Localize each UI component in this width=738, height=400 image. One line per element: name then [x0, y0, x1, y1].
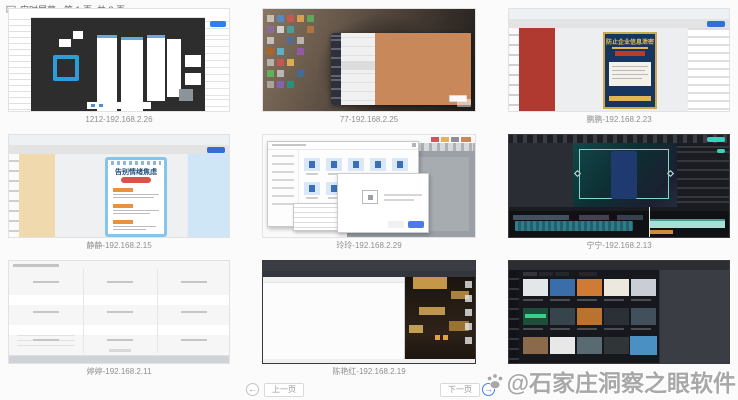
export-button-shape [707, 137, 725, 142]
timeline [509, 207, 730, 238]
template-sidebar [519, 28, 556, 112]
paw-logo-icon [485, 371, 505, 391]
remote-screen-7[interactable] [8, 260, 230, 364]
next-page-button[interactable]: 下一页 [440, 383, 480, 397]
wechat-selected-chat [341, 61, 375, 70]
desktop-icons-grid [265, 13, 327, 93]
design-canvas [31, 17, 205, 112]
main-clip [515, 221, 633, 231]
screen-tile-6[interactable]: 宁宁-192.168.2.13 [508, 134, 730, 254]
download-button-shape [707, 21, 725, 27]
poster-navy: 防止企业信息泄密 [603, 32, 657, 109]
screen-tile-2[interactable]: 77-192.168.2.25 [262, 8, 476, 128]
properties-panel [205, 17, 230, 112]
remote-screen-6[interactable] [508, 134, 730, 238]
media-bin [509, 143, 573, 207]
wallpaper-logo [457, 99, 471, 107]
screen-tile-3[interactable]: 防止企业信息泄密 鹏鹏-192.168.2.23 [508, 8, 730, 128]
selected-template-outline [630, 336, 657, 355]
canvas-area: 告别情绪焦虑 [55, 154, 187, 238]
prev-page-button[interactable]: 上一页 [264, 383, 304, 397]
screen-tile-1[interactable]: 1212-192.168.2.26 [8, 8, 230, 128]
screen-caption: 77-192.168.2.25 [262, 115, 476, 125]
screen-tile-5[interactable]: 玲玲-192.168.2.29 [262, 134, 476, 254]
screen-caption: 静静-192.168.2.15 [8, 241, 230, 251]
poster-content-layer [605, 34, 655, 107]
app-chrome-top [9, 9, 230, 18]
arrow-left-circle-icon: ← [248, 384, 257, 394]
prev-page-icon-button[interactable]: ← [246, 383, 259, 396]
screen-caption: 宁宁-192.168.2.13 [508, 241, 730, 251]
editor-topbar [509, 135, 730, 143]
download-button-shape [207, 147, 225, 153]
phone-mock-card [611, 151, 637, 199]
brand-logo-shape [53, 55, 79, 81]
screen-caption: 鹏鹏-192.168.2.23 [508, 115, 730, 125]
windows-taskbar [263, 359, 476, 364]
share-button-shape [210, 21, 226, 27]
toggle-shape [717, 149, 725, 153]
preview-viewport [573, 143, 677, 207]
template-sidebar [19, 154, 56, 238]
remote-screen-9[interactable] [508, 260, 730, 364]
windows-taskbar [9, 355, 230, 364]
wechat-chat-list [341, 33, 375, 105]
canvas-area: 防止企业信息泄密 [555, 28, 687, 112]
playhead [649, 207, 650, 238]
screen-caption: 婷婷-192.168.2.11 [8, 367, 230, 377]
nested-monitor-grid-layer [9, 261, 229, 363]
poster-notebook: 告别情绪焦虑 [105, 157, 167, 237]
wechat-window [331, 33, 471, 105]
secondary-dialog [337, 173, 429, 233]
remote-screen-2[interactable] [262, 8, 476, 112]
watermark-text: @石家庄洞察之眼软件 [507, 364, 736, 398]
format-panel [187, 154, 230, 238]
detail-panel [659, 270, 730, 364]
taskbar-corner-icons [431, 137, 476, 143]
layers-panel [9, 17, 31, 112]
remote-screen-8[interactable] [262, 260, 476, 364]
screen-tile-7[interactable]: 婷婷-192.168.2.11 [8, 260, 230, 380]
remote-screen-1[interactable] [8, 8, 230, 112]
remote-screen-5[interactable] [262, 134, 476, 238]
screen-caption: 1212-192.168.2.26 [8, 115, 230, 125]
poster-sections-layer [108, 160, 164, 234]
desktop-icons-column [263, 261, 475, 363]
screen-tile-8[interactable]: 陈艳红-192.168.2.19 [262, 260, 476, 380]
screen-caption: 陈艳红-192.168.2.19 [262, 367, 476, 377]
watermark: @石家庄洞察之眼软件 [485, 364, 736, 398]
format-panel [687, 28, 730, 112]
remote-screen-3[interactable]: 防止企业信息泄密 [508, 8, 730, 112]
properties-panel [677, 143, 730, 207]
screen-tile-4[interactable]: 告别情绪焦虑 静静-192.168.2.15 [8, 134, 230, 254]
remote-screen-4[interactable]: 告别情绪焦虑 [8, 134, 230, 238]
screen-caption: 玲玲-192.168.2.29 [262, 241, 476, 251]
wechat-sidebar [331, 33, 341, 105]
monitor-app-window: 实时屏幕 - 第 1 页, 共 3 页 1212-192.168.2.26 [0, 0, 738, 400]
screen-tile-9[interactable] [508, 260, 730, 380]
confirm-button-shape [408, 221, 424, 228]
